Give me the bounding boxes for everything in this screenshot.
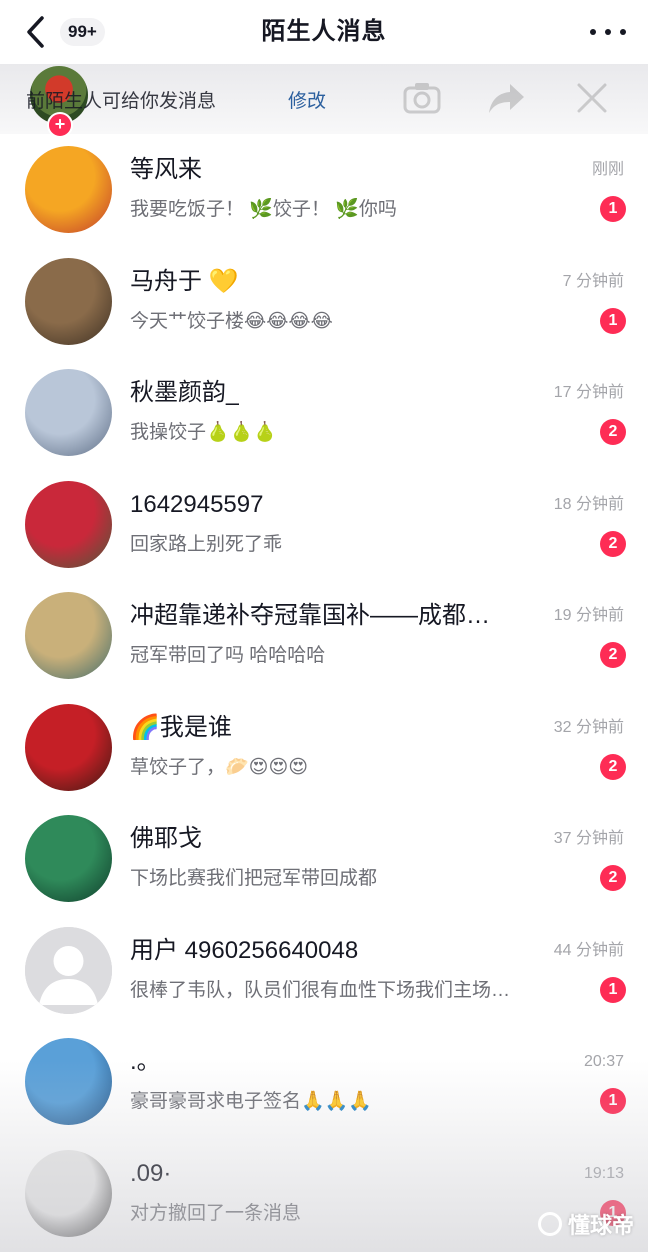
avatar[interactable]: [25, 369, 112, 456]
unread-badge: 2: [600, 753, 626, 780]
share-icon[interactable]: [486, 80, 528, 116]
message-time: 37 分钟前: [553, 830, 624, 847]
chevron-left-icon: [27, 16, 44, 48]
close-icon[interactable]: [574, 80, 610, 116]
message-preview: 下场比赛我们把冠军带回成都: [130, 868, 378, 889]
message-preview: 回家路上别死了乖: [130, 533, 283, 555]
more-dots-icon: [620, 29, 626, 35]
banner-text: 前陌生人可给你发消息: [26, 91, 217, 112]
conversation-row[interactable]: 1642945597 回家路上别死了乖 18 分钟前 2: [0, 469, 648, 581]
unread-badge: 2: [600, 865, 626, 891]
message-preview: 对方撤回了一条消息: [130, 1202, 302, 1224]
contact-name: .。: [130, 1048, 161, 1075]
avatar[interactable]: [25, 257, 112, 345]
avatar[interactable]: [25, 592, 112, 679]
message-time: 32 分钟前: [553, 718, 624, 736]
contact-name: .09·: [130, 1159, 172, 1187]
more-dots-icon: [590, 29, 596, 35]
message-time: 20:37: [583, 1053, 624, 1070]
message-time: 刚刚: [591, 161, 624, 178]
contact-name: 🌈我是谁: [130, 713, 232, 741]
message-time: 7 分钟前: [562, 272, 624, 290]
message-time: 44 分钟前: [553, 941, 624, 959]
unread-badge: 1: [600, 196, 626, 222]
conversation-row[interactable]: 马舟于 💛 今天艹饺子楼😂😂😂😂 7 分钟前 1: [0, 246, 648, 358]
message-preview: 草饺子了，🥟😍😍😍: [130, 756, 309, 778]
message-time: 19 分钟前: [553, 607, 624, 624]
unread-badge: 1: [600, 976, 626, 1003]
contact-name: 秋墨颜韵_: [130, 379, 240, 406]
conversation-row[interactable]: 秋墨颜韵_ 我操饺子🍐🍐🍐 17 分钟前 2: [0, 357, 648, 469]
default-user-icon: [25, 926, 112, 1014]
contact-name: 用户 4960256640048: [130, 936, 359, 964]
more-options-button[interactable]: [590, 18, 626, 46]
unread-badge: 2: [600, 419, 626, 445]
contact-name: 佛耶戈: [130, 825, 202, 852]
avatar[interactable]: [25, 1038, 112, 1125]
message-preview: 今天艹饺子楼😂😂😂😂: [130, 310, 333, 332]
contact-name: 马舟于 💛: [130, 267, 239, 295]
message-preview: 我要吃饭子！ 🌿饺子！ 🌿你吗: [130, 199, 397, 220]
camera-icon[interactable]: [402, 80, 442, 116]
more-dots-icon: [605, 29, 611, 35]
message-preview: 很棒了韦队，队员们很有血性下场我们主场…: [130, 979, 511, 1001]
edit-link[interactable]: 修改: [288, 86, 326, 113]
avatar[interactable]: [25, 815, 112, 902]
message-preview: 我操饺子🍐🍐🍐: [130, 422, 277, 443]
message-preview: 豪哥豪哥求电子签名🙏🙏🙏: [130, 1091, 372, 1112]
top-nav-bar: 99+ 陌生人消息: [0, 0, 648, 64]
watermark: 懂球帝: [537, 1208, 634, 1240]
unread-badge: 2: [600, 642, 626, 668]
avatar[interactable]: [25, 480, 112, 568]
avatar[interactable]: [25, 926, 112, 1014]
contact-name: 等风来: [130, 156, 202, 183]
conversation-row[interactable]: 🌈我是谁草饺子了，🥟😍😍😍 32 分钟前 2: [0, 692, 648, 804]
message-time: 17 分钟前: [553, 384, 624, 401]
watermark-text: 懂球帝: [567, 1213, 634, 1238]
soccer-ball-icon: [537, 1212, 562, 1236]
avatar[interactable]: [25, 146, 112, 233]
contact-name: 1642945597: [130, 490, 264, 518]
conversation-row[interactable]: 等风来我要吃饭子！ 🌿饺子！ 🌿你吗 刚刚 1: [0, 134, 648, 246]
contact-name: 冲超靠递补夺冠靠国补——成都…: [130, 602, 490, 629]
message-time: 19:13: [583, 1164, 624, 1182]
unread-badge: 2: [600, 530, 626, 557]
avatar[interactable]: [25, 1149, 112, 1237]
unread-badge: 1: [600, 1088, 626, 1114]
stranger-message-banner: 前陌生人可给你发消息 修改 +: [0, 64, 648, 138]
unread-count-badge: 99+: [60, 18, 105, 46]
conversation-row[interactable]: 冲超靠递补夺冠靠国补——成都… 冠军带回了吗 哈哈哈哈 19 分钟前 2: [0, 580, 648, 692]
back-button[interactable]: [22, 14, 52, 50]
conversation-row[interactable]: 用户 4960256640048 很棒了韦队，队员们很有血性下场我们主场… 44 分…: [0, 915, 648, 1027]
conversation-list: 等风来我要吃饭子！ 🌿饺子！ 🌿你吗 刚刚 1 马舟于 💛 今天艹饺子楼😂😂😂😂 7 分钟…: [0, 134, 648, 1249]
conversation-row[interactable]: .。豪哥豪哥求电子签名🙏🙏🙏 20:37 1: [0, 1026, 648, 1138]
unread-badge: 1: [600, 307, 626, 334]
message-time: 18 分钟前: [553, 495, 624, 513]
avatar[interactable]: [25, 703, 112, 791]
message-preview: 冠军带回了吗 哈哈哈哈: [130, 645, 326, 666]
conversation-row[interactable]: 佛耶戈下场比赛我们把冠军带回成都 37 分钟前 2: [0, 803, 648, 915]
